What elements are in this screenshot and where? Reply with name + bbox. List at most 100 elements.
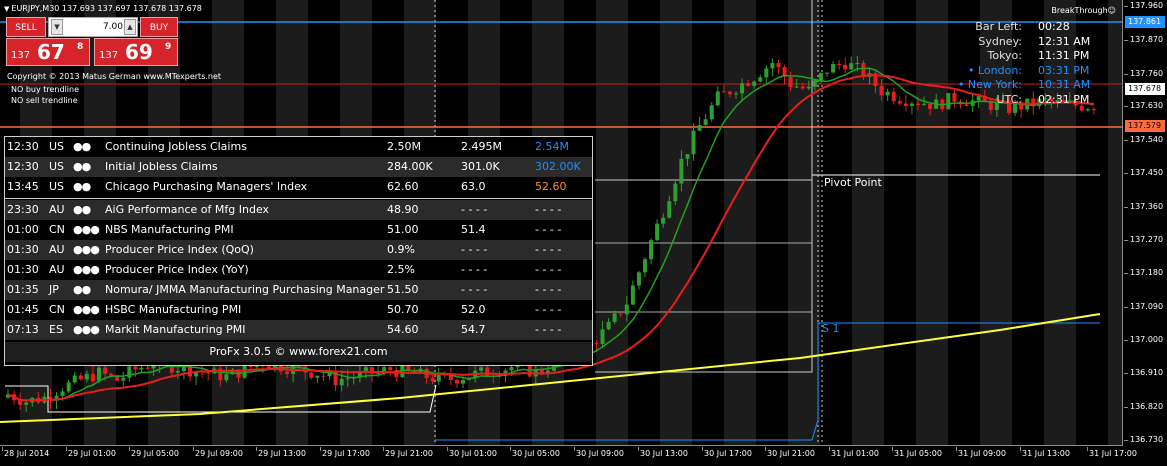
news-currency: CN [49,223,65,236]
copyright-text: Copyright © 2013 Matus German www.MTexpe… [7,72,222,81]
candle-body [479,367,484,371]
buy-price-pip: 9 [165,42,172,52]
time-tick [447,447,448,451]
price-tick [1124,207,1128,208]
news-row: 01:30 AU ●●● Producer Price Index (QoQ) 0.9%… [5,240,592,260]
price-label: 137.630 [1130,101,1164,110]
news-forecast: - - - - [461,203,488,216]
news-forecast: 54.7 [461,323,486,336]
time-label: 30 Jul 05:00 [512,449,560,458]
news-actual: 51.00 [387,223,419,236]
news-previous: - - - - [535,283,562,296]
candle-body [861,62,866,77]
session-info-row: • London: 03:31 PM [940,64,1110,78]
chart-area[interactable]: ▼ EURJPY,M30 137.693 137.697 137.678 137.… [0,0,1123,446]
candle-body [636,272,641,286]
session-info-row: UTC: 02:31 PM [940,93,1110,107]
news-time: 07:13 [7,323,39,336]
candle-body [133,366,138,370]
price-label: 137.360 [1130,202,1164,211]
price-tick [1124,240,1128,241]
session-info-row: Bar Left: 00:28 [940,20,1110,34]
news-title: Markit Manufacturing PMI [105,323,246,336]
candle-body [703,119,708,125]
session-info-label: Sydney: [978,34,1022,48]
buy-price-box[interactable]: 137 69 9 [94,38,178,66]
session-info-value: 03:31 PM [1038,63,1090,77]
sell-button[interactable]: SELL [6,17,46,37]
price-label: 137.090 [1130,302,1164,311]
news-time: 12:30 [7,140,39,153]
news-row: 01:35 JP ●● Nomura/ JMMA Manufacturing Purc… [5,280,592,300]
time-tick [1020,447,1021,451]
news-forecast: 63.0 [461,180,486,193]
lot-increase-icon[interactable]: ▲ [124,19,136,35]
candle-body [339,378,344,386]
time-label: 30 Jul 17:00 [704,449,752,458]
candle-body [922,103,927,105]
price-tick [1124,340,1128,341]
candle-body [752,81,757,86]
candle-body [825,72,829,74]
candle-body [370,367,374,374]
news-actual: 50.70 [387,303,419,316]
session-info-row: Sydney: 12:31 AM [940,35,1110,49]
news-title: Nomura/ JMMA Manufacturing Purchasing Ma… [105,283,385,296]
candle-body [855,62,860,64]
time-label: 29 Jul 21:00 [385,449,433,458]
price-level-badge: 137.579 [1125,120,1165,132]
news-previous: - - - - [535,223,562,236]
time-tick [638,447,639,451]
news-forecast: - - - - [461,243,488,256]
news-time: 12:30 [7,160,39,173]
price-label: 137.270 [1130,235,1164,244]
news-row: 01:00 CN ●●● NBS Manufacturing PMI 51.00 51.4… [5,220,592,240]
session-info-panel: BreakThrough☺ Bar Left: 00:28 Sydney: 12:31… [940,6,1120,136]
news-forecast: 51.4 [461,223,486,236]
time-axis[interactable]: 28 Jul 2014 29 Jul 01:00 29 Jul 05:00 29 Ju… [0,447,1137,466]
news-actual: 2.5% [387,263,415,276]
news-forecast: 2.495M [461,140,502,153]
news-actual: 54.60 [387,323,419,336]
price-label: 137.870 [1130,35,1164,44]
news-divider [5,198,592,199]
candle-body [594,343,599,345]
price-axis[interactable]: 137.960 137.870 137.760 137.630 137.540 137.4… [1124,0,1167,446]
price-tick [1124,40,1128,41]
candle-body [345,378,350,380]
session-info-label: • New York: [957,78,1022,91]
no-buy-trendline-text: NO buy trendline [11,85,80,94]
lot-decrease-icon[interactable]: ▼ [51,19,63,35]
news-impact-dots: ●● [73,203,91,216]
candle-body [697,124,702,131]
lot-size-box: ▼ ▲ [48,17,138,37]
news-previous: 52.60 [535,180,567,193]
candle-body [285,371,290,375]
candle-body [655,223,660,241]
news-row: 23:30 AU ●● AiG Performance of Mfg Index 48.… [5,200,592,220]
price-tick [1124,140,1128,141]
candle-body [72,375,77,383]
news-forecast: 301.0K [461,160,500,173]
candle-body [770,63,775,69]
candle-body [661,217,666,224]
candle-body [612,313,617,322]
time-tick [383,447,384,451]
news-actual: 48.90 [387,203,419,216]
news-previous: - - - - [535,323,562,336]
candle-body [643,259,647,273]
candle-body [764,68,769,78]
news-actual: 0.9% [387,243,415,256]
candle-body [667,201,672,218]
sell-price-box[interactable]: 137 67 8 [6,38,90,66]
news-title: Initial Jobless Claims [105,160,218,173]
session-info-label: • London: [967,63,1022,77]
candle-body [849,63,854,70]
candle-body [740,83,745,94]
time-tick [702,447,703,451]
price-tick [1124,440,1128,441]
session-info-label: UTC: [996,92,1022,106]
buy-button[interactable]: BUY [140,17,178,37]
news-row: 12:30 US ●● Continuing Jobless Claims 2.50M 2… [5,137,592,157]
lot-size-input[interactable] [65,20,123,34]
